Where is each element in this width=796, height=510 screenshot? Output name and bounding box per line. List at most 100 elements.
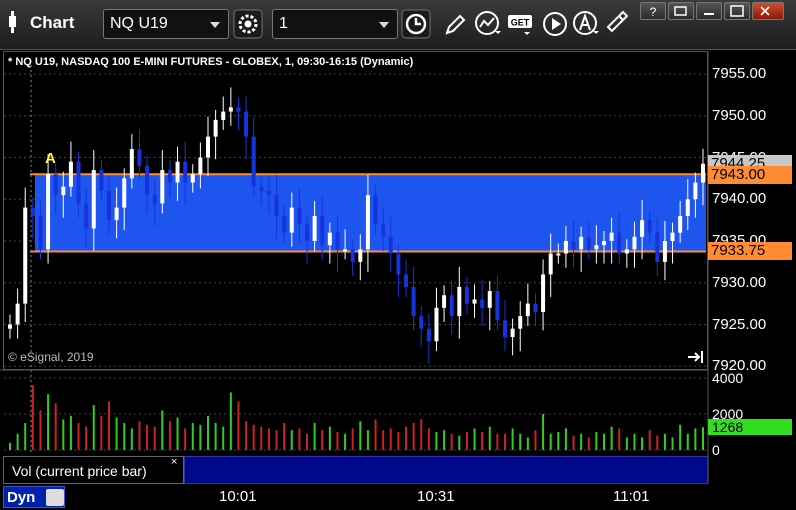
price-tick-label: 7950.00	[712, 106, 767, 124]
volume-bar	[359, 421, 362, 450]
volume-bar	[580, 433, 583, 450]
price-tick-label: 7925.00	[712, 315, 767, 333]
volume-bar	[504, 433, 506, 450]
price-tick-label: 7930.00	[712, 273, 767, 291]
time-tick-label: 10:01	[219, 488, 257, 505]
volume-bar	[290, 430, 293, 450]
volume-bar	[366, 430, 369, 450]
volume-bar	[412, 423, 415, 450]
volume-bar	[633, 433, 636, 450]
volume-bar	[47, 394, 50, 450]
volume-bar	[694, 428, 697, 450]
status-bar	[0, 484, 796, 510]
volume-bar	[564, 428, 567, 450]
volume-bar	[702, 427, 704, 450]
volume-bar	[625, 437, 628, 450]
volume-bar	[405, 426, 407, 450]
volume-bar	[260, 426, 263, 450]
volume-bar	[671, 437, 674, 450]
dynamic-mode-button[interactable]: Dyn	[3, 486, 65, 508]
volume-bar	[427, 428, 430, 450]
volume-bar	[382, 430, 385, 450]
volume-bar	[16, 433, 19, 450]
volume-bar	[108, 401, 110, 450]
volume-last-label: 1268	[708, 419, 792, 435]
marker-a-label[interactable]: A	[45, 150, 56, 167]
volume-bar	[298, 428, 301, 450]
volume-bar	[618, 428, 621, 450]
volume-bar	[549, 433, 552, 450]
volume-bar	[328, 426, 331, 450]
volume-bar	[519, 433, 522, 450]
volume-bar	[465, 432, 468, 450]
close-study-icon[interactable]: ×	[171, 456, 177, 468]
volume-bar	[557, 432, 560, 450]
copyright-text: © eSignal, 2019	[8, 350, 94, 364]
price-tick-label: 7940.00	[712, 190, 767, 208]
volume-bar	[92, 405, 95, 450]
volume-bar	[100, 415, 103, 450]
volume-study-tab[interactable]: Vol (current price bar)	[3, 456, 184, 484]
volume-bar	[656, 435, 659, 450]
volume-bar	[130, 428, 133, 450]
volume-bars	[9, 385, 704, 450]
volume-bar	[24, 423, 27, 450]
volume-bar	[115, 417, 118, 450]
volume-bar	[146, 424, 149, 450]
volume-bar	[153, 426, 156, 450]
volume-bar	[397, 432, 400, 450]
band-low-label: 7933.75	[708, 242, 792, 261]
volume-bar	[374, 419, 377, 450]
time-tick-label: 11:01	[613, 488, 650, 505]
volume-bar	[168, 421, 171, 450]
volume-bar	[138, 421, 141, 450]
volume-bar	[237, 401, 240, 450]
chart-header: * NQ U19, NASDAQ 100 E-MINI FUTURES - GL…	[8, 56, 414, 68]
volume-bar	[313, 423, 316, 450]
dynamic-mode-icon[interactable]	[46, 489, 64, 506]
volume-bar	[123, 423, 126, 450]
volume-bar	[481, 432, 484, 450]
volume-bar	[77, 423, 80, 450]
volume-bar	[443, 430, 446, 450]
volume-bar	[229, 392, 232, 450]
volume-bar	[496, 433, 499, 450]
volume-bar	[214, 423, 217, 450]
volume-tick-label: 4000	[712, 370, 744, 386]
volume-bar	[62, 419, 65, 450]
volume-bar	[458, 435, 461, 450]
volume-study-label: Vol (current price bar)	[12, 463, 147, 479]
scroll-to-end-icon[interactable]	[687, 350, 705, 364]
volume-bar	[222, 426, 225, 450]
volume-bar	[184, 428, 187, 450]
volume-bar	[587, 437, 590, 450]
volume-bar	[283, 423, 286, 450]
volume-bar	[572, 435, 575, 450]
volume-bar	[610, 426, 613, 450]
volume-tick-label: 0	[712, 442, 720, 458]
volume-bar	[686, 433, 689, 450]
volume-bar	[267, 428, 270, 450]
volume-bar	[336, 432, 339, 450]
volume-bar	[473, 428, 476, 450]
volume-bar	[595, 432, 598, 450]
volume-bar	[54, 403, 57, 450]
study-input-bar[interactable]	[184, 456, 708, 484]
volume-bar	[420, 419, 423, 450]
volume-bar	[488, 426, 491, 450]
volume-bar	[511, 428, 514, 450]
volume-bar	[306, 433, 308, 450]
band-high-label: 7943.00	[708, 166, 792, 185]
volume-bar	[161, 410, 164, 450]
volume-bar	[321, 430, 324, 450]
volume-bar	[389, 428, 392, 450]
volume-bar	[450, 433, 453, 450]
volume-bar	[176, 417, 179, 450]
volume-bar	[245, 421, 248, 450]
volume-bar	[534, 430, 537, 450]
volume-bar	[344, 433, 347, 450]
volume-bar	[351, 428, 354, 450]
volume-bar	[679, 424, 682, 450]
time-tick-label: 10:31	[417, 488, 455, 505]
volume-bar	[275, 430, 278, 450]
